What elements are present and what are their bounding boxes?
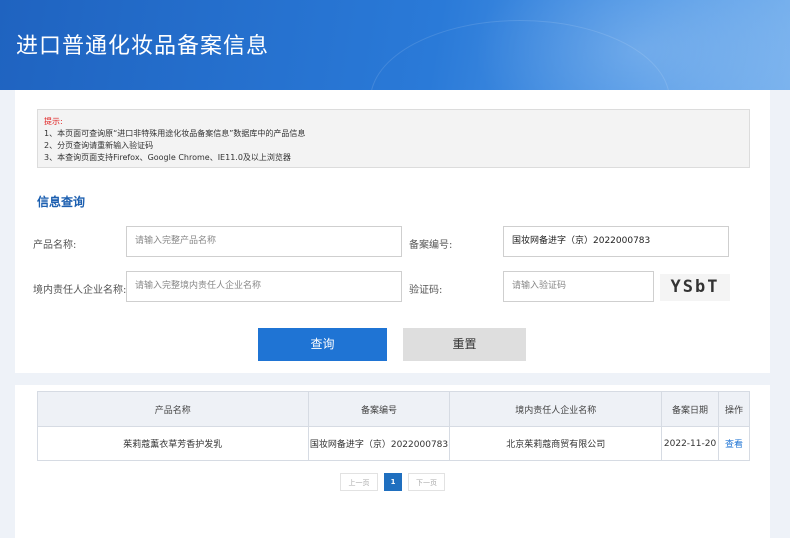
cell-record-number: 国妆网备进字（京）2022000783 [307, 426, 451, 461]
captcha-input[interactable]: 请输入验证码 [503, 271, 654, 302]
cell-company-name: 北京茱莉蔻商贸有限公司 [449, 426, 663, 461]
record-number-label: 备案编号: [409, 240, 453, 251]
notice-title: 提示: [44, 117, 63, 126]
product-name-label: 产品名称: [33, 240, 77, 251]
view-link[interactable]: 查看 [725, 440, 743, 450]
cell-product-name: 茱莉蔻薰衣草芳香护发乳 [37, 426, 309, 461]
column-header-product-name: 产品名称 [37, 391, 309, 427]
company-name-input[interactable]: 请输入完整境内责任人企业名称 [126, 271, 402, 302]
company-name-label: 境内责任人企业名称: [33, 285, 127, 296]
results-table: 产品名称 备案编号 境内责任人企业名称 备案日期 操作 茱莉蔻薰衣草芳香护发乳 … [37, 391, 750, 461]
notice-box: 提示: 1、本页面可查询原“进口非特殊用途化妆品备案信息”数据库中的产品信息 2… [37, 109, 750, 168]
notice-line: 2、分页查询请重新输入验证码 [44, 141, 154, 150]
cell-record-date: 2022-11-20 [661, 426, 720, 461]
page-title: 进口普通化妆品备案信息 [16, 34, 270, 59]
pagination-page-button[interactable]: 1 [384, 473, 402, 491]
product-name-input[interactable]: 请输入完整产品名称 [126, 226, 402, 257]
column-header-record-date: 备案日期 [661, 391, 720, 427]
pagination-prev-button[interactable]: 上一页 [340, 473, 378, 491]
record-number-input[interactable]: 国妆网备进字（京）2022000783 [503, 226, 729, 257]
query-button[interactable]: 查询 [258, 328, 387, 361]
section-title: 信息查询 [37, 195, 86, 209]
captcha-image[interactable]: YSbT [660, 274, 730, 301]
column-header-action: 操作 [718, 391, 750, 427]
table-header-row: 产品名称 备案编号 境内责任人企业名称 备案日期 操作 [37, 391, 750, 427]
notice-line: 1、本页面可查询原“进口非特殊用途化妆品备案信息”数据库中的产品信息 [44, 129, 306, 138]
reset-button[interactable]: 重置 [403, 328, 526, 361]
pagination-next-button[interactable]: 下一页 [408, 473, 445, 491]
captcha-label: 验证码: [409, 285, 443, 296]
column-header-company-name: 境内责任人企业名称 [449, 391, 663, 427]
column-header-record-number: 备案编号 [307, 391, 451, 427]
page-header-banner: 进口普通化妆品备案信息 [0, 0, 790, 90]
cell-action: 查看 [718, 426, 750, 461]
notice-line: 3、本查询页面支持Firefox、Google Chrome、IE11.0及以上… [44, 153, 291, 162]
table-row: 茱莉蔻薰衣草芳香护发乳 国妆网备进字（京）2022000783 北京茱莉蔻商贸有… [37, 426, 750, 461]
